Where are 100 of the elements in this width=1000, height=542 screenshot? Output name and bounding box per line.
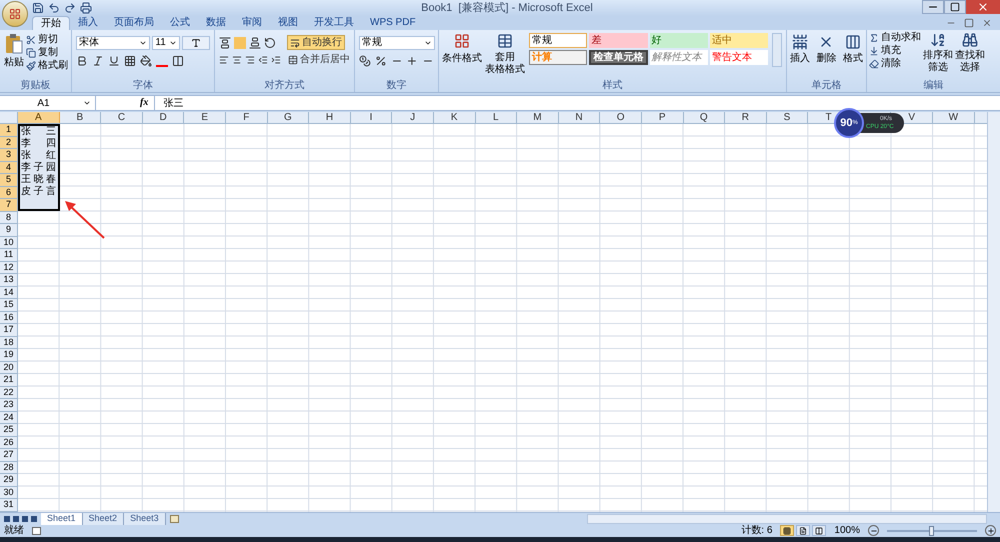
row-header[interactable]: 15 bbox=[0, 299, 18, 312]
macro-record-icon[interactable] bbox=[32, 526, 41, 535]
row-header[interactable]: 8 bbox=[0, 212, 18, 224]
row-header[interactable]: 2 bbox=[0, 136, 18, 149]
row-header[interactable]: 27 bbox=[0, 449, 18, 462]
cells-button[interactable]: 插入 bbox=[790, 34, 810, 68]
row-header[interactable]: 26 bbox=[0, 436, 18, 449]
row-header[interactable]: 31 bbox=[0, 499, 18, 512]
restore-button[interactable] bbox=[944, 0, 966, 14]
row-header[interactable]: 24 bbox=[0, 412, 18, 424]
ribbon-tab[interactable]: 数据 bbox=[198, 16, 234, 30]
row-header[interactable]: 18 bbox=[0, 336, 18, 349]
minimize-button[interactable] bbox=[922, 0, 944, 14]
increase-indent-icon[interactable] bbox=[271, 54, 281, 66]
editing-button[interactable]: 填充 bbox=[869, 45, 921, 57]
gallery-scrollbar[interactable] bbox=[772, 33, 782, 67]
column-header[interactable]: S bbox=[766, 112, 808, 123]
column-header[interactable]: A bbox=[18, 112, 60, 123]
ribbon-tab[interactable]: 开发工具 bbox=[306, 16, 362, 30]
italic-icon[interactable] bbox=[92, 55, 104, 67]
cell-style[interactable]: 好 bbox=[650, 33, 708, 48]
undo-icon[interactable] bbox=[48, 2, 60, 14]
column-header[interactable]: N bbox=[558, 112, 600, 123]
bottom-align-icon[interactable] bbox=[249, 36, 261, 48]
cell-style[interactable]: 适中 bbox=[710, 33, 768, 48]
normal-view-button[interactable] bbox=[780, 525, 794, 536]
print-preview-icon[interactable] bbox=[80, 2, 92, 14]
decrease-indent-icon[interactable] bbox=[258, 54, 268, 66]
row-header[interactable]: 3 bbox=[0, 149, 18, 162]
zoom-slider-thumb[interactable] bbox=[929, 526, 934, 536]
zoom-in-button[interactable] bbox=[985, 525, 996, 536]
grow-font-button[interactable] bbox=[182, 36, 210, 50]
merge-center-button[interactable]: 合并后居中 bbox=[288, 54, 350, 66]
row-header[interactable]: 5 bbox=[0, 174, 18, 186]
ribbon-tab[interactable]: 审阅 bbox=[234, 16, 270, 30]
align-center-icon[interactable] bbox=[232, 54, 242, 66]
row-header[interactable]: 10 bbox=[0, 236, 18, 249]
paste-button[interactable]: 粘贴 bbox=[4, 34, 24, 70]
row-header[interactable]: 20 bbox=[0, 362, 18, 374]
ribbon-tab[interactable]: 插入 bbox=[70, 16, 106, 30]
cell-style[interactable]: 警告文本 bbox=[710, 50, 768, 65]
cell-style[interactable]: 常规 bbox=[529, 33, 588, 48]
sheet-tab[interactable]: Sheet3 bbox=[124, 512, 166, 524]
font-name-field[interactable]: 宋体 bbox=[76, 36, 150, 50]
row-header[interactable]: 19 bbox=[0, 349, 18, 362]
top-align-icon[interactable] bbox=[219, 36, 231, 48]
cell-style[interactable]: 差 bbox=[589, 33, 648, 48]
sheet-tab[interactable]: Sheet1 bbox=[41, 512, 83, 524]
close-icon[interactable] bbox=[982, 18, 992, 28]
row-header[interactable]: 13 bbox=[0, 274, 18, 286]
insert-function-button[interactable]: fx bbox=[140, 97, 148, 109]
row-header[interactable]: 9 bbox=[0, 224, 18, 236]
cells-button[interactable]: 删除 bbox=[816, 34, 836, 68]
underline-icon[interactable] bbox=[108, 55, 120, 67]
vertical-scrollbar[interactable] bbox=[987, 112, 1000, 512]
find-select-button[interactable]: 查找和 选择 bbox=[955, 32, 985, 76]
sheet-tab[interactable]: Sheet2 bbox=[82, 512, 124, 524]
ribbon-tab[interactable]: 开始 bbox=[32, 16, 70, 30]
ribbon-tab[interactable]: 页面布局 bbox=[106, 16, 162, 30]
editing-button[interactable]: 清除 bbox=[869, 58, 921, 70]
sort-filter-button[interactable]: 排序和 筛选 bbox=[923, 32, 953, 76]
column-header[interactable]: L bbox=[476, 112, 518, 123]
column-header[interactable]: B bbox=[60, 112, 102, 123]
increase-decimal-icon[interactable] bbox=[406, 55, 418, 67]
row-header[interactable]: 25 bbox=[0, 424, 18, 436]
orientation-icon[interactable] bbox=[264, 36, 276, 48]
page-layout-button[interactable] bbox=[796, 525, 810, 536]
redo-icon[interactable] bbox=[64, 2, 76, 14]
percent-icon[interactable] bbox=[374, 55, 387, 67]
close-button[interactable] bbox=[966, 0, 1000, 14]
ribbon-tab[interactable]: 公式 bbox=[162, 16, 198, 30]
format-as-table-button[interactable]: 套用 表格格式 bbox=[485, 33, 525, 79]
horizontal-scrollbar[interactable] bbox=[587, 514, 987, 524]
font-size-field[interactable]: 11 bbox=[152, 36, 180, 50]
row-header[interactable]: 29 bbox=[0, 474, 18, 486]
ribbon-tab[interactable]: WPS PDF bbox=[362, 16, 424, 30]
zoom-out-button[interactable] bbox=[868, 525, 879, 536]
align-left-icon[interactable] bbox=[219, 54, 229, 66]
row-header[interactable]: 1 bbox=[0, 124, 18, 136]
row-header[interactable]: 28 bbox=[0, 462, 18, 474]
row-header[interactable]: 17 bbox=[0, 324, 18, 336]
row-header[interactable]: 6 bbox=[0, 186, 18, 199]
currency-icon[interactable] bbox=[359, 55, 371, 67]
row-header[interactable]: 4 bbox=[0, 162, 18, 174]
cell-style[interactable]: 解释性文本 bbox=[650, 50, 708, 65]
phonetic-icon[interactable] bbox=[172, 55, 184, 67]
row-header[interactable]: 7 bbox=[0, 199, 18, 212]
cell-style[interactable]: 检查单元格 bbox=[589, 50, 648, 65]
wrap-text-button[interactable]: 自动换行 bbox=[287, 35, 345, 50]
align-right-icon[interactable] bbox=[245, 54, 255, 66]
save-icon[interactable] bbox=[32, 2, 44, 14]
bold-icon[interactable] bbox=[76, 55, 88, 67]
borders-icon[interactable] bbox=[124, 55, 136, 67]
new-sheet-icon[interactable] bbox=[170, 514, 179, 522]
row-header[interactable]: 12 bbox=[0, 262, 18, 274]
column-header[interactable]: G bbox=[268, 112, 310, 123]
conditional-format-button[interactable]: 条件格式 bbox=[443, 33, 481, 69]
ribbon-tab[interactable]: 视图 bbox=[270, 16, 306, 30]
clipboard-button[interactable]: 复制 bbox=[26, 47, 68, 59]
number-format-field[interactable]: 常规 bbox=[359, 36, 435, 50]
